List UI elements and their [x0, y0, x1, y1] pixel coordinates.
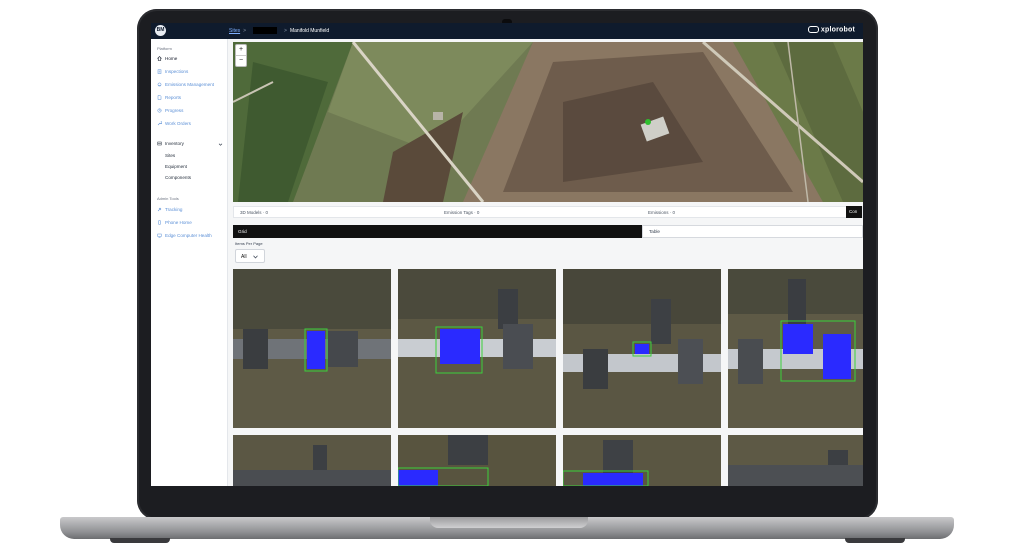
- items-per-page-value: All: [241, 254, 247, 260]
- breadcrumb: Sites > > Manifold Munfield: [229, 27, 329, 34]
- computer-icon: [157, 233, 162, 238]
- inspection-image[interactable]: [563, 269, 721, 428]
- breadcrumb-separator: >: [243, 27, 247, 34]
- pipe-photo: [563, 269, 721, 428]
- pipe-photo: [728, 435, 863, 486]
- inspection-image[interactable]: [563, 435, 721, 486]
- breadcrumb-sites[interactable]: Sites: [229, 28, 240, 34]
- laptop-notch: [430, 517, 588, 528]
- chevron-down-icon[interactable]: [218, 142, 223, 147]
- brand-logo: xplorobot: [807, 26, 855, 34]
- sidebar-item-label: Tracking: [165, 207, 183, 212]
- inspection-image[interactable]: [728, 269, 863, 428]
- home-icon: [157, 56, 162, 61]
- stats-tabs: 3D Models · 0 Emission Tags · 0 Emission…: [233, 206, 863, 218]
- sidebar-item-label: Home: [165, 56, 178, 61]
- sidebar-item-phone-home[interactable]: Phone Home: [157, 220, 192, 225]
- laptop-foot: [110, 538, 170, 543]
- sidebar-section-admin: Admin Tools: [157, 196, 179, 201]
- clipboard-icon: [157, 69, 162, 74]
- inventory-icon: [157, 141, 162, 146]
- inspection-image[interactable]: [728, 435, 863, 486]
- tab-3d-models[interactable]: 3D Models · 0: [240, 210, 268, 215]
- pipe-photo: [398, 435, 556, 486]
- sidebar-item-label: Phone Home: [165, 220, 192, 225]
- zoom-out-button[interactable]: −: [236, 55, 246, 66]
- sidebar-item-label: Progress: [165, 108, 184, 113]
- sidebar-item-inventory[interactable]: Inventory: [157, 141, 184, 146]
- sidebar-item-label: Emissions Management: [165, 82, 215, 87]
- sidebar-item-home[interactable]: Home: [157, 56, 177, 61]
- redacted-site-name[interactable]: [253, 27, 278, 34]
- map-imagery: [233, 42, 863, 202]
- satellite-icon: [157, 207, 162, 212]
- sidebar-item-label: Work Orders: [165, 121, 191, 126]
- chevron-down-icon: [253, 255, 258, 259]
- avatar[interactable]: BM: [155, 25, 166, 36]
- inspection-image[interactable]: [398, 269, 556, 428]
- zoom-in-button[interactable]: +: [236, 45, 246, 55]
- laptop-foot: [845, 538, 905, 543]
- sidebar-item-tracking[interactable]: Tracking: [157, 207, 182, 212]
- tab-emission-tags[interactable]: Emission Tags · 0: [444, 210, 479, 215]
- pipe-photo: [728, 269, 863, 428]
- table-view-button[interactable]: Table: [642, 225, 863, 238]
- sidebar-subitem-components[interactable]: Components: [165, 175, 191, 180]
- items-per-page-label: Items Per Page: [235, 241, 263, 246]
- inspection-image[interactable]: [233, 435, 391, 486]
- sidebar-item-work-orders[interactable]: Work Orders: [157, 121, 191, 126]
- overflow-button[interactable]: Con: [846, 206, 862, 218]
- sidebar-item-label: Edge Computer Health: [165, 233, 212, 238]
- brand-mark-icon: [807, 26, 819, 33]
- sidebar-item-label: Inventory: [165, 141, 184, 146]
- sidebar: Platform Home Inspections Emissions Mana…: [151, 39, 228, 486]
- gas-icon: [157, 82, 162, 87]
- sidebar-item-emissions-management[interactable]: Emissions Management: [157, 82, 214, 87]
- brand-name: xplorobot: [820, 26, 855, 34]
- app-screen: BM Sites > > Manifold Munfield xplorobot Pl…: [151, 23, 863, 486]
- pipe-photo: [233, 435, 391, 486]
- phone-icon: [158, 220, 161, 225]
- sidebar-item-inspections[interactable]: Inspections: [157, 69, 188, 74]
- pipe-photo: [398, 269, 556, 428]
- sidebar-subitem-equipment[interactable]: Equipment: [165, 164, 187, 169]
- sidebar-item-label: Inspections: [165, 69, 189, 74]
- sidebar-item-edge-computer-health[interactable]: Edge Computer Health: [157, 233, 212, 238]
- document-icon: [157, 95, 162, 100]
- wrench-icon: [157, 121, 162, 126]
- sidebar-item-label: Reports: [165, 95, 182, 100]
- view-toggle: Grid Table: [233, 225, 863, 238]
- sidebar-item-reports[interactable]: Reports: [157, 95, 181, 100]
- breadcrumb-separator: >: [284, 27, 287, 34]
- items-per-page-select[interactable]: All: [235, 249, 265, 263]
- inspection-image[interactable]: [233, 269, 391, 428]
- grid-view-button[interactable]: Grid: [233, 225, 642, 238]
- inspection-image[interactable]: [398, 435, 556, 486]
- tab-emissions[interactable]: Emissions · 0: [648, 210, 675, 215]
- pipe-photo: [233, 269, 391, 428]
- top-bar: BM Sites > > Manifold Munfield xplorobot: [151, 23, 863, 39]
- breadcrumb-current: Manifold Munfield: [289, 27, 330, 34]
- satellite-map[interactable]: + −: [233, 42, 863, 202]
- map-zoom-control: + −: [235, 44, 247, 67]
- pipe-photo: [563, 435, 721, 486]
- sidebar-item-progress[interactable]: Progress: [157, 108, 183, 113]
- progress-icon: [157, 108, 162, 113]
- sidebar-section-platform: Platform: [157, 46, 172, 51]
- sidebar-subitem-sites[interactable]: Sites: [165, 153, 175, 158]
